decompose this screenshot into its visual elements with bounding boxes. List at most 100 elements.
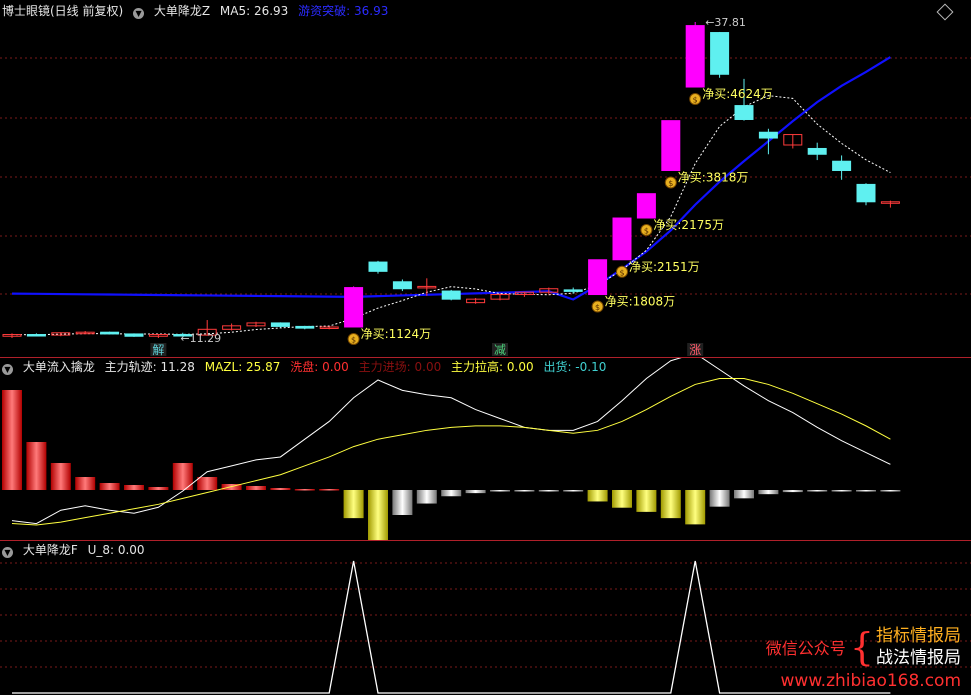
flow-title: 大单流入擒龙 [22,360,95,374]
candle-body [26,334,46,337]
money-bag-glyph: $ [693,96,698,105]
flow-bar [660,490,681,519]
main-track-value: 主力轨迹: 11.28 [104,360,195,374]
flow-bar [441,490,462,497]
signal-marker: 解 [152,343,164,357]
net-buy-label: 净买:3818万 [678,170,749,184]
flow-bar [807,490,828,492]
ma5-value: MA5: 26.93 [219,4,289,18]
u8-value: U_8: 0.00 [87,543,145,557]
candle-body [441,290,461,300]
watermark-url: www.zhibiao168.com [780,671,961,691]
candle-body [661,120,681,171]
flow-bar [99,483,120,490]
flow-bar [514,490,535,492]
flow-bar [2,390,22,490]
stock-title: 博士眼镜(日线 前复权) [2,4,124,18]
wechat-label: 微信公众号 [765,639,846,658]
main-track-line [11,358,891,525]
signal-marker: 减 [494,343,506,357]
flow-bar [197,477,218,490]
flow-bar [880,490,901,492]
candle-body [295,325,315,329]
flow-bar [392,490,413,515]
flow-bar [319,489,340,491]
net-buy-label: 净买:2175万 [653,218,724,232]
wash-value: 洗盘: 0.00 [290,360,349,374]
collapse-chevron-icon[interactable]: ▼ [2,547,13,558]
mazl-line [11,378,891,526]
u8-signal-line [12,560,891,694]
watermark-line1: 指标情报局 [876,626,961,646]
signal-title: 大单降龙F [22,543,78,557]
candle-body [392,281,412,290]
watermark: 微信公众号 { 指标情报局 战法情报局 www.zhibiao168.com [766,625,961,691]
candle-body [685,25,705,88]
price-legend: 博士眼镜(日线 前复权) ▼ 大单降龙Z MA5: 26.93 游资突破: 36… [2,4,394,19]
flow-bar [709,490,730,507]
flow-bar [758,490,779,495]
pull-value: 主力拉高: 0.00 [451,360,534,374]
flow-indicator-pane[interactable]: ▼ 大单流入擒龙 主力轨迹: 11.28 MAZL: 25.87 洗盘: 0.0… [0,358,971,540]
mazl-value: MAZL: 25.87 [204,360,281,374]
flow-bar [270,488,291,490]
net-buy-label: 净买:2151万 [629,260,700,274]
money-bag-glyph: $ [644,227,649,236]
net-buy-label: 净买:1808万 [605,295,676,309]
money-bag-glyph: $ [595,303,600,312]
brace-glyph: { [849,625,874,669]
candle-body [832,160,852,171]
flow-bar [612,490,632,508]
collapse-chevron-icon[interactable]: ▼ [133,8,145,19]
flow-bar [856,490,876,492]
flow-bar [124,485,144,490]
price-chart-pane[interactable]: ←37.81 ←11.29 $ 净买:1124万 $ 净买:1808万 $ 净买:2151万 $… [0,0,971,357]
flow-bar [368,490,388,540]
flow-legend: ▼ 大单流入擒龙 主力轨迹: 11.28 MAZL: 25.87 洗盘: 0.0… [2,360,612,375]
money-bag-glyph: $ [351,335,356,344]
net-buy-label: 净买:4624万 [702,87,773,101]
candle-body [710,32,730,75]
indicator-name: 大单降龙Z [153,4,211,18]
candle-body [563,289,583,292]
flow-bar [636,490,657,512]
candle-body [612,217,632,261]
net-buy-label: 净买:1124万 [361,327,432,341]
candle-body [758,131,778,139]
signal-marker: 涨 [689,342,701,357]
flow-bar [416,490,437,504]
signal-indicator-pane[interactable]: ▼ 大单降龙F U_8: 0.00 微信公众号 { 指标情报局 战法情报局 ww… [0,541,971,695]
max-price-label: ←37.81 [705,16,746,29]
collapse-chevron-icon[interactable]: ▼ [2,364,13,375]
price-chart-svg: ←37.81 ←11.29 $ 净买:1124万 $ 净买:1808万 $ 净买:2151万 $… [0,16,971,357]
candle-body [636,193,656,219]
flow-bar [563,490,584,492]
flow-bar [343,490,364,519]
candle-body [856,183,876,203]
flow-bar [831,490,852,492]
candle-body [588,259,608,296]
out-value: 出货: -0.10 [543,360,607,374]
flow-bar [538,490,559,492]
enter-value: 主力进场: 0.00 [358,360,442,374]
flow-bar [782,490,803,493]
signal-legend: ▼ 大单降龙F U_8: 0.00 [2,543,151,558]
candle-body [270,322,290,327]
flow-bar [734,490,754,499]
candle-body [124,333,144,337]
min-price-label: ←11.29 [180,332,221,345]
flow-chart-svg [2,358,901,540]
flow-bar [50,463,71,490]
flow-bar [685,490,706,525]
candle-body [368,261,388,272]
flow-bar [294,489,315,491]
candle-body [100,331,120,335]
flow-bar [148,487,169,490]
flow-bar [246,486,266,490]
flow-bar [490,490,510,492]
candle-body [344,287,364,328]
candle-body [807,147,827,155]
watermark-line2: 战法情报局 [876,648,961,668]
candle-body [734,105,754,120]
flow-bar [465,490,486,494]
